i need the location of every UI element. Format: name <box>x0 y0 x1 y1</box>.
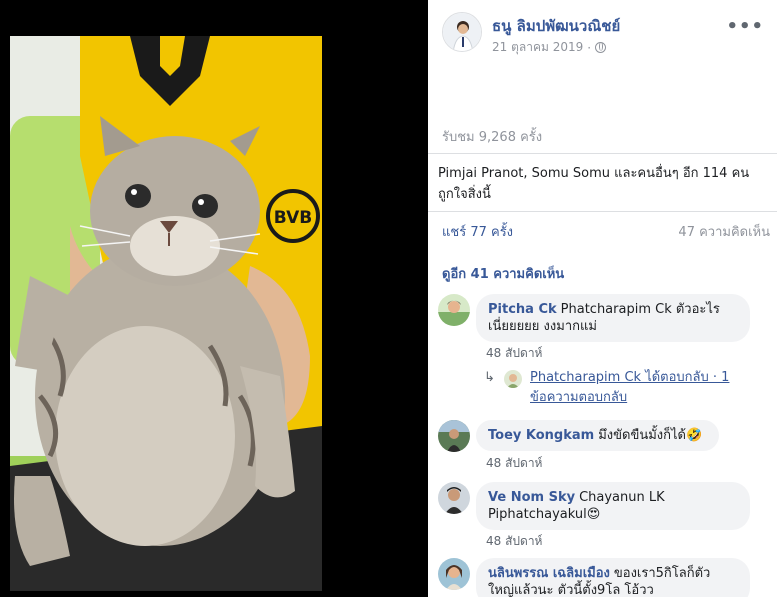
share-count-link[interactable]: แชร์ 77 ครั้ง <box>442 221 513 242</box>
commenter-name[interactable]: Pitcha Ck <box>488 302 557 317</box>
svg-text:BVB: BVB <box>274 208 312 228</box>
comment-text-line-2: ใหญ่แล้วนะ ตัวนี้ตั้ง9โล โอ้วว <box>488 583 654 597</box>
comment-text-line-2: Piphatchayakul😍 <box>488 507 601 522</box>
comment-item: Toey Kongkam มึงขัดขืนมั้งก็ได้🤣 48 สัปดา… <box>438 420 768 470</box>
reply-arrow-icon: ↳ <box>484 370 495 385</box>
comment-bubble: Ve Nom Sky Chayanun LK Piphatchayakul😍 <box>476 482 750 530</box>
divider <box>428 153 777 154</box>
replier-avatar <box>504 370 522 388</box>
comment-bubble: นลินพรรณ เฉลิมเมือง ของเรา5กิโลก็ตัว ใหญ่… <box>476 558 750 597</box>
see-more-comments-link[interactable]: ดูอีก 41 ความคิดเห็น <box>442 263 564 284</box>
media-viewer[interactable]: BVB <box>0 0 428 597</box>
comment-text: ของเรา5กิโลก็ตัว <box>613 566 711 581</box>
comment-time[interactable]: 48 สัปดาห์ <box>486 344 542 363</box>
commenter-name[interactable]: นลินพรรณ เฉลิมเมือง <box>488 566 610 581</box>
commenter-avatar[interactable] <box>438 558 470 590</box>
cat-video[interactable]: BVB <box>10 36 322 591</box>
engagement-row: แชร์ 77 ครั้ง 47 ความคิดเห็น <box>442 221 772 241</box>
commenter-name[interactable]: Ve Nom Sky <box>488 490 575 505</box>
likes-line-1: Pimjai Pranot, Somu Somu และคนอื่นๆ อีก … <box>438 166 750 181</box>
comments-section: ดูอีก 41 ความคิดเห็น Pitcha Ck Phatcharap… <box>428 248 777 597</box>
post-date-text[interactable]: 21 ตุลาคม 2019 <box>492 38 583 57</box>
likes-line-2: ถูกใจสิ่งนี้ <box>438 187 491 202</box>
reply-summary-line-1: Phatcharapim Ck ได้ตอบกลับ · 1 <box>530 370 730 385</box>
commenter-avatar[interactable] <box>438 420 470 452</box>
comment-item: นลินพรรณ เฉลิมเมือง ของเรา5กิโลก็ตัว ใหญ่… <box>438 558 768 597</box>
post-panel: ธนู ลิมปพัฒนวณิชย์ 21 ตุลาคม 2019 · ••• … <box>428 0 777 597</box>
likes-summary[interactable]: Pimjai Pranot, Somu Somu และคนอื่นๆ อีก … <box>438 163 772 205</box>
comment-item: Ve Nom Sky Chayanun LK Piphatchayakul😍 48… <box>438 482 768 550</box>
date-separator: · <box>587 40 592 55</box>
comment-text: มึงขัดขืนมั้งก็ได้🤣 <box>598 428 703 443</box>
author-name[interactable]: ธนู ลิมปพัฒนวณิชย์ <box>492 14 620 38</box>
globe-icon <box>595 42 607 53</box>
post-date: 21 ตุลาคม 2019 · <box>492 38 607 57</box>
divider <box>428 211 777 212</box>
comment-text-line-2: เนี่ยยยยย งงมากแม่ <box>488 319 597 334</box>
comment-time[interactable]: 48 สัปดาห์ <box>486 532 542 551</box>
cat-photo: BVB <box>10 36 322 591</box>
comment-text: Phatcharapim Ck ตัวอะไร <box>560 302 720 317</box>
view-count: รับชม 9,268 ครั้ง <box>442 130 543 145</box>
post-header: ธนู ลิมปพัฒนวณิชย์ 21 ตุลาคม 2019 · ••• <box>442 12 772 56</box>
more-options-button[interactable]: ••• <box>726 16 764 37</box>
commenter-name[interactable]: Toey Kongkam <box>488 428 594 443</box>
commenter-avatar[interactable] <box>438 294 470 326</box>
commenter-avatar[interactable] <box>438 482 470 514</box>
reply-summary-line-2: ข้อความตอบกลับ <box>530 390 628 405</box>
comment-bubble: Toey Kongkam มึงขัดขืนมั้งก็ได้🤣 <box>476 420 719 451</box>
comment-count-link[interactable]: 47 ความคิดเห็น <box>678 221 770 242</box>
comment-bubble: Pitcha Ck Phatcharapim Ck ตัวอะไร เนี่ยยย… <box>476 294 750 342</box>
comment-time[interactable]: 48 สัปดาห์ <box>486 454 542 473</box>
author-avatar[interactable] <box>442 12 482 52</box>
comment-text: Chayanun LK <box>579 490 665 505</box>
